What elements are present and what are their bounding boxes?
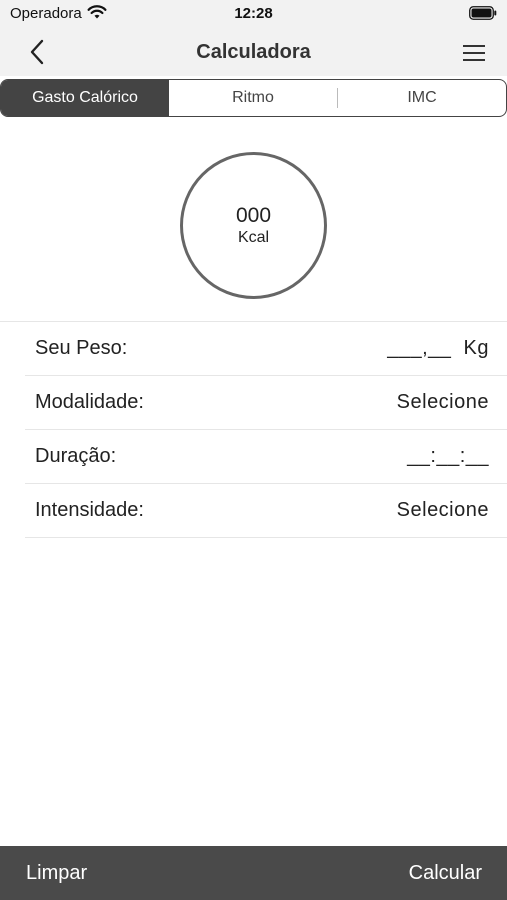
status-bar: Operadora 12:28 bbox=[0, 0, 507, 28]
weight-row[interactable]: Seu Peso: ___,__ Kg bbox=[25, 322, 507, 376]
tab-imc[interactable]: IMC bbox=[338, 80, 506, 116]
chevron-left-icon bbox=[30, 39, 44, 65]
status-time: 12:28 bbox=[234, 5, 273, 22]
modality-select[interactable]: Selecione bbox=[397, 391, 489, 414]
navigation-bar: Calculadora bbox=[0, 28, 507, 76]
page-title: Calculadora bbox=[196, 41, 311, 63]
weight-label: Seu Peso: bbox=[35, 337, 128, 359]
calculator-tabs: Gasto Calórico Ritmo IMC bbox=[0, 79, 507, 117]
modality-row[interactable]: Modalidade: Selecione bbox=[25, 376, 507, 430]
bottom-toolbar: Limpar Calcular bbox=[0, 846, 507, 900]
result-unit: Kcal bbox=[237, 228, 270, 246]
calculate-button[interactable]: Calcular bbox=[409, 862, 482, 885]
result-circle: 000 Kcal bbox=[180, 152, 327, 299]
clear-button[interactable]: Limpar bbox=[26, 862, 87, 885]
duration-row[interactable]: Duração: __:__:__ bbox=[25, 430, 507, 484]
hamburger-menu-icon bbox=[463, 45, 485, 61]
weight-field[interactable]: ___,__ Kg bbox=[387, 337, 489, 360]
battery-icon bbox=[469, 6, 497, 25]
intensity-row[interactable]: Intensidade: Selecione bbox=[25, 484, 507, 538]
tab-gasto-calorico[interactable]: Gasto Calórico bbox=[1, 80, 169, 116]
result-value: 000 bbox=[235, 203, 272, 227]
intensity-label: Intensidade: bbox=[35, 499, 144, 521]
duration-field[interactable]: __:__:__ bbox=[407, 445, 489, 468]
intensity-select[interactable]: Selecione bbox=[397, 499, 489, 522]
duration-label: Duração: bbox=[35, 445, 117, 467]
calorie-form: Seu Peso: ___,__ Kg Modalidade: Selecion… bbox=[25, 322, 507, 538]
menu-button[interactable] bbox=[459, 38, 489, 68]
back-button[interactable] bbox=[22, 37, 52, 67]
tab-ritmo[interactable]: Ritmo bbox=[169, 80, 337, 116]
modality-label: Modalidade: bbox=[35, 391, 144, 413]
